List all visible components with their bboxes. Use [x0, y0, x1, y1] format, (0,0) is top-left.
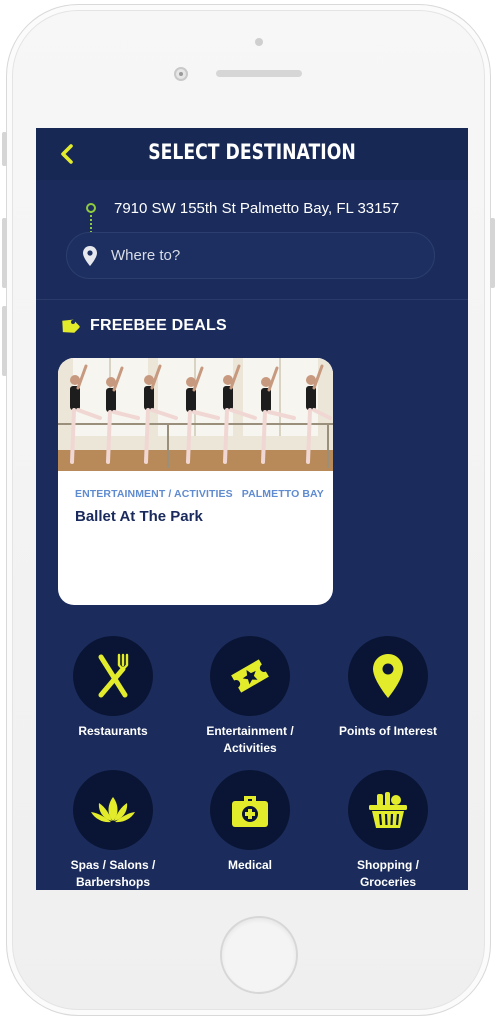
location-pin-icon: [83, 245, 97, 266]
category-medical[interactable]: Medical: [180, 770, 320, 874]
page-title: SELECT DESTINATION: [148, 140, 356, 164]
medical-kit-icon: [232, 796, 268, 827]
category-label: Entertainment / Activities: [206, 724, 294, 755]
category-icon-circle: [73, 770, 153, 850]
section-divider: [36, 299, 468, 300]
front-camera: [174, 67, 188, 81]
deal-title: Ballet At The Park: [75, 508, 203, 525]
power-button: [490, 218, 495, 288]
category-icon-circle: [73, 636, 153, 716]
category-label: Spas / Salons / Barbershops: [70, 858, 156, 889]
category-icon-circle: [210, 636, 290, 716]
header: SELECT DESTINATION: [36, 128, 468, 180]
deal-location: PALMETTO BAY: [241, 488, 324, 500]
category-icon-circle: [210, 770, 290, 850]
category-shopping-groceries[interactable]: Shopping / Groceries: [318, 770, 458, 890]
chevron-left-icon: [61, 144, 73, 164]
origin-row[interactable]: 7910 SW 155th St Palmetto Bay, FL 33157: [86, 198, 399, 218]
destination-field[interactable]: [66, 232, 435, 279]
category-icon-circle: [348, 636, 428, 716]
category-entertainment[interactable]: Entertainment / Activities: [180, 636, 320, 757]
volume-up-button: [2, 218, 7, 288]
deal-image: [58, 358, 333, 471]
category-restaurants[interactable]: Restaurants: [43, 636, 183, 740]
proximity-sensor: [255, 38, 263, 46]
grocery-basket-icon: [369, 792, 407, 828]
category-label: Points of Interest: [338, 724, 437, 738]
fork-knife-icon: [98, 653, 129, 698]
deals-header: FREEBEE DEALS: [58, 316, 227, 336]
earpiece-speaker: [216, 70, 302, 77]
category-points-of-interest[interactable]: Points of Interest: [318, 636, 458, 740]
map-pin-icon: [373, 654, 403, 698]
mute-switch: [2, 132, 7, 166]
category-label: Medical: [227, 858, 272, 872]
deal-meta: ENTERTAINMENT / ACTIVITIES PALMETTO BAY: [75, 488, 324, 500]
deal-category: ENTERTAINMENT / ACTIVITIES: [75, 488, 233, 500]
lotus-icon: [91, 797, 135, 823]
category-label: Shopping / Groceries: [357, 858, 419, 889]
app-screen: SELECT DESTINATION 7910 SW 155th St Palm…: [36, 128, 468, 890]
volume-down-button: [2, 306, 7, 376]
category-spas-salons[interactable]: Spas / Salons / Barbershops: [43, 770, 183, 890]
home-button[interactable]: [220, 916, 298, 994]
deals-section-title: FREEBEE DEALS: [90, 317, 227, 334]
destination-input[interactable]: [111, 247, 411, 264]
price-tag-icon: [62, 319, 80, 333]
origin-dot-icon: [86, 203, 96, 213]
origin-address: 7910 SW 155th St Palmetto Bay, FL 33157: [114, 199, 400, 217]
category-label: Restaurants: [78, 724, 148, 738]
deal-card[interactable]: ENTERTAINMENT / ACTIVITIES PALMETTO BAY …: [58, 358, 333, 605]
category-icon-circle: [348, 770, 428, 850]
ticket-icon: [231, 659, 269, 693]
